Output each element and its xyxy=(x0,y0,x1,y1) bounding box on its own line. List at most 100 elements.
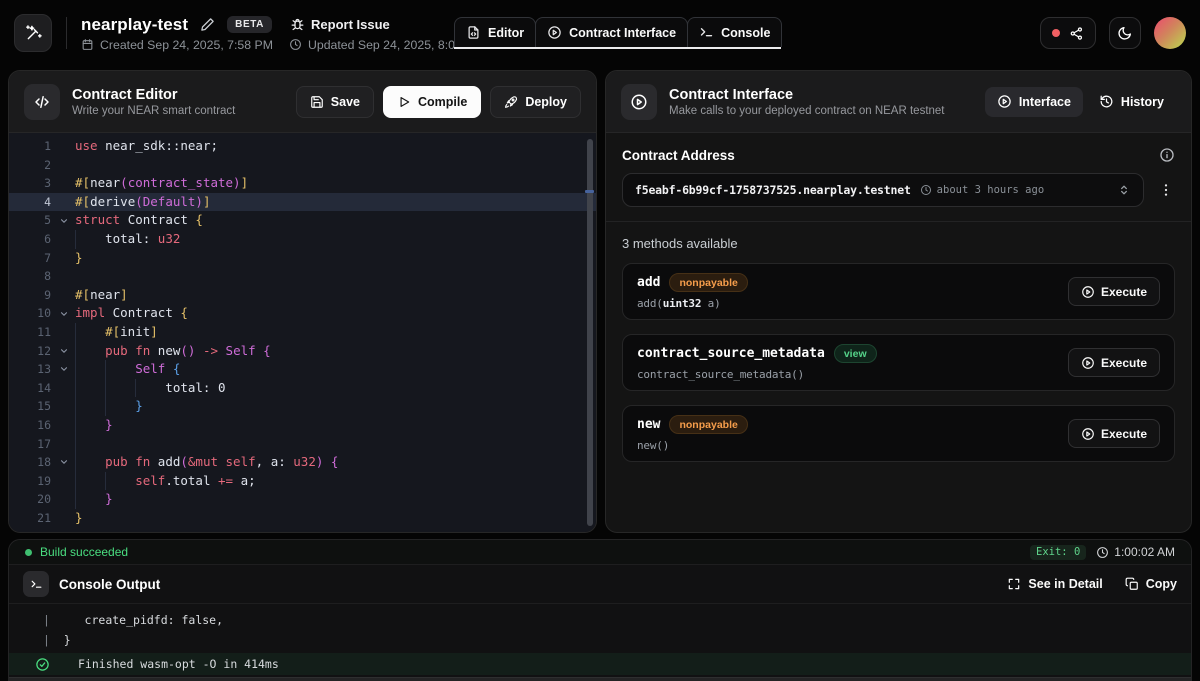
fold-chevron-icon[interactable] xyxy=(53,360,75,379)
execute-button-add[interactable]: Execute xyxy=(1067,277,1160,306)
code-text: total: u32 xyxy=(75,229,596,249)
wand-icon xyxy=(24,24,43,43)
fold-chevron-icon[interactable] xyxy=(53,304,75,323)
fold-gutter xyxy=(53,193,75,212)
fold-gutter xyxy=(53,323,75,342)
line-number: 19 xyxy=(37,473,51,488)
contract-address-select[interactable]: f5eabf-6b99cf-1758737525.nearplay.testne… xyxy=(622,173,1144,207)
console-scroll-strip[interactable] xyxy=(9,677,1191,681)
fold-chevron-icon[interactable] xyxy=(53,342,75,361)
build-status-bar: Build succeeded Exit: 0 1:00:02 AM xyxy=(9,540,1191,565)
play-icon xyxy=(397,95,411,109)
editor-panel-header: Contract Editor Write your NEAR smart co… xyxy=(9,71,596,133)
theme-toggle-button[interactable] xyxy=(1109,17,1141,49)
code-text: #[init] xyxy=(75,322,596,342)
copy-button[interactable]: Copy xyxy=(1125,577,1177,591)
report-issue-button[interactable]: Report Issue xyxy=(290,17,390,32)
code-line-7[interactable]: 7} xyxy=(9,249,596,268)
code-text: #[near(contract_state)] xyxy=(75,175,249,191)
share-button[interactable] xyxy=(1040,17,1096,49)
code-line-4[interactable]: 4 #[derive(Default)] xyxy=(9,192,596,212)
code-line-18[interactable]: 18 pub fn add(&mut self, a: u32) { xyxy=(9,453,596,472)
code-line-9[interactable]: 9 #[near] xyxy=(9,286,596,305)
save-button[interactable]: Save xyxy=(295,85,374,118)
code-line-20[interactable]: 20 } xyxy=(9,490,596,509)
console-row-success: Finished wasm-opt -O in 414ms xyxy=(9,653,1191,675)
project-title-block: nearplay-test BETA Report Issue Created … xyxy=(81,15,484,52)
fold-gutter xyxy=(53,472,75,491)
code-line-10[interactable]: 10 impl Contract { xyxy=(9,304,596,323)
code-line-8[interactable]: 8 xyxy=(9,267,596,286)
editor-scrollbar[interactable] xyxy=(587,139,593,526)
tab-interface[interactable]: Interface xyxy=(984,86,1083,117)
method-signature: add(uint32 a) xyxy=(637,297,721,310)
code-line-12[interactable]: 12 pub fn new() -> Self { xyxy=(9,341,596,361)
deploy-button[interactable]: Deploy xyxy=(490,85,581,118)
beta-badge: BETA xyxy=(227,16,273,33)
address-menu-button[interactable] xyxy=(1157,179,1175,201)
code-editor[interactable]: 1 use near_sdk::near; 2 3 #[near(contract_st… xyxy=(9,133,596,532)
header-divider xyxy=(66,17,67,49)
code-line-2[interactable]: 2 xyxy=(9,156,596,175)
code-line-13[interactable]: 13 Self { xyxy=(9,360,596,379)
code-line-6[interactable]: 6 total: u32 xyxy=(9,229,596,249)
kebab-icon xyxy=(1158,182,1174,198)
file-code-icon xyxy=(466,25,481,40)
top-tab-editor[interactable]: Editor xyxy=(454,17,537,47)
line-number: 17 xyxy=(37,436,51,451)
code-line-14[interactable]: 14 total: 0 xyxy=(9,378,596,398)
top-tab-console[interactable]: Console xyxy=(687,17,783,47)
fold-chevron-icon[interactable] xyxy=(53,211,75,230)
code-text: self.total += a; xyxy=(75,471,596,491)
play-circle-icon xyxy=(547,25,562,40)
code-text xyxy=(75,434,596,454)
code-text: impl Contract { xyxy=(75,305,188,321)
code-line-16[interactable]: 16 } xyxy=(9,415,596,435)
code-text: } xyxy=(75,415,596,435)
code-line-17[interactable]: 17 xyxy=(9,434,596,454)
status-dot xyxy=(1052,29,1060,37)
line-number: 7 xyxy=(44,250,51,265)
code-line-21[interactable]: 21} xyxy=(9,509,596,528)
line-number: 1 xyxy=(44,139,51,153)
editor-title: Contract Editor xyxy=(72,86,178,103)
execute-button-new[interactable]: Execute xyxy=(1067,419,1160,448)
line-number: 5 xyxy=(44,213,51,228)
top-tab-contract-interface[interactable]: Contract Interface xyxy=(535,17,689,47)
line-number: 14 xyxy=(37,380,51,395)
fold-gutter xyxy=(53,230,75,249)
code-line-15[interactable]: 15 } xyxy=(9,397,596,416)
build-time: 1:00:02 AM xyxy=(1096,545,1175,559)
rocket-icon xyxy=(504,95,518,109)
edit-title-pencil-icon[interactable] xyxy=(200,17,215,32)
header-right xyxy=(1040,17,1186,49)
compile-button[interactable]: Compile xyxy=(383,85,482,118)
code-line-19[interactable]: 19 self.total += a; xyxy=(9,471,596,491)
tab-history[interactable]: History xyxy=(1087,87,1176,117)
code-text: pub fn add(&mut self, a: u32) { xyxy=(75,453,596,472)
execute-button-contract_source_metadata[interactable]: Execute xyxy=(1067,348,1160,377)
method-name: new xyxy=(637,417,661,432)
see-in-detail-button[interactable]: See in Detail xyxy=(1007,577,1103,591)
info-icon[interactable] xyxy=(1159,147,1175,163)
line-number: 12 xyxy=(37,343,51,358)
code-line-11[interactable]: 11 #[init] xyxy=(9,322,596,342)
code-line-3[interactable]: 3 #[near(contract_state)] xyxy=(9,174,596,193)
history-icon xyxy=(1099,94,1114,109)
code-line-1[interactable]: 1 use near_sdk::near; xyxy=(9,137,596,156)
code-text: } xyxy=(75,397,596,416)
app-logo-button[interactable] xyxy=(14,14,52,52)
terminal-icon xyxy=(30,578,43,591)
fold-gutter xyxy=(53,416,75,435)
console-row-text: } xyxy=(49,633,71,647)
fold-gutter xyxy=(53,137,75,156)
play-circle-icon xyxy=(1081,356,1095,370)
code-text: } xyxy=(75,249,83,265)
method-name: contract_source_metadata xyxy=(637,346,825,361)
editor-subtitle: Write your NEAR smart contract xyxy=(72,104,236,117)
fold-chevron-icon[interactable] xyxy=(53,453,75,472)
code-line-5[interactable]: 5 struct Contract { xyxy=(9,211,596,230)
line-number: 3 xyxy=(44,176,51,191)
user-avatar[interactable] xyxy=(1154,17,1186,49)
